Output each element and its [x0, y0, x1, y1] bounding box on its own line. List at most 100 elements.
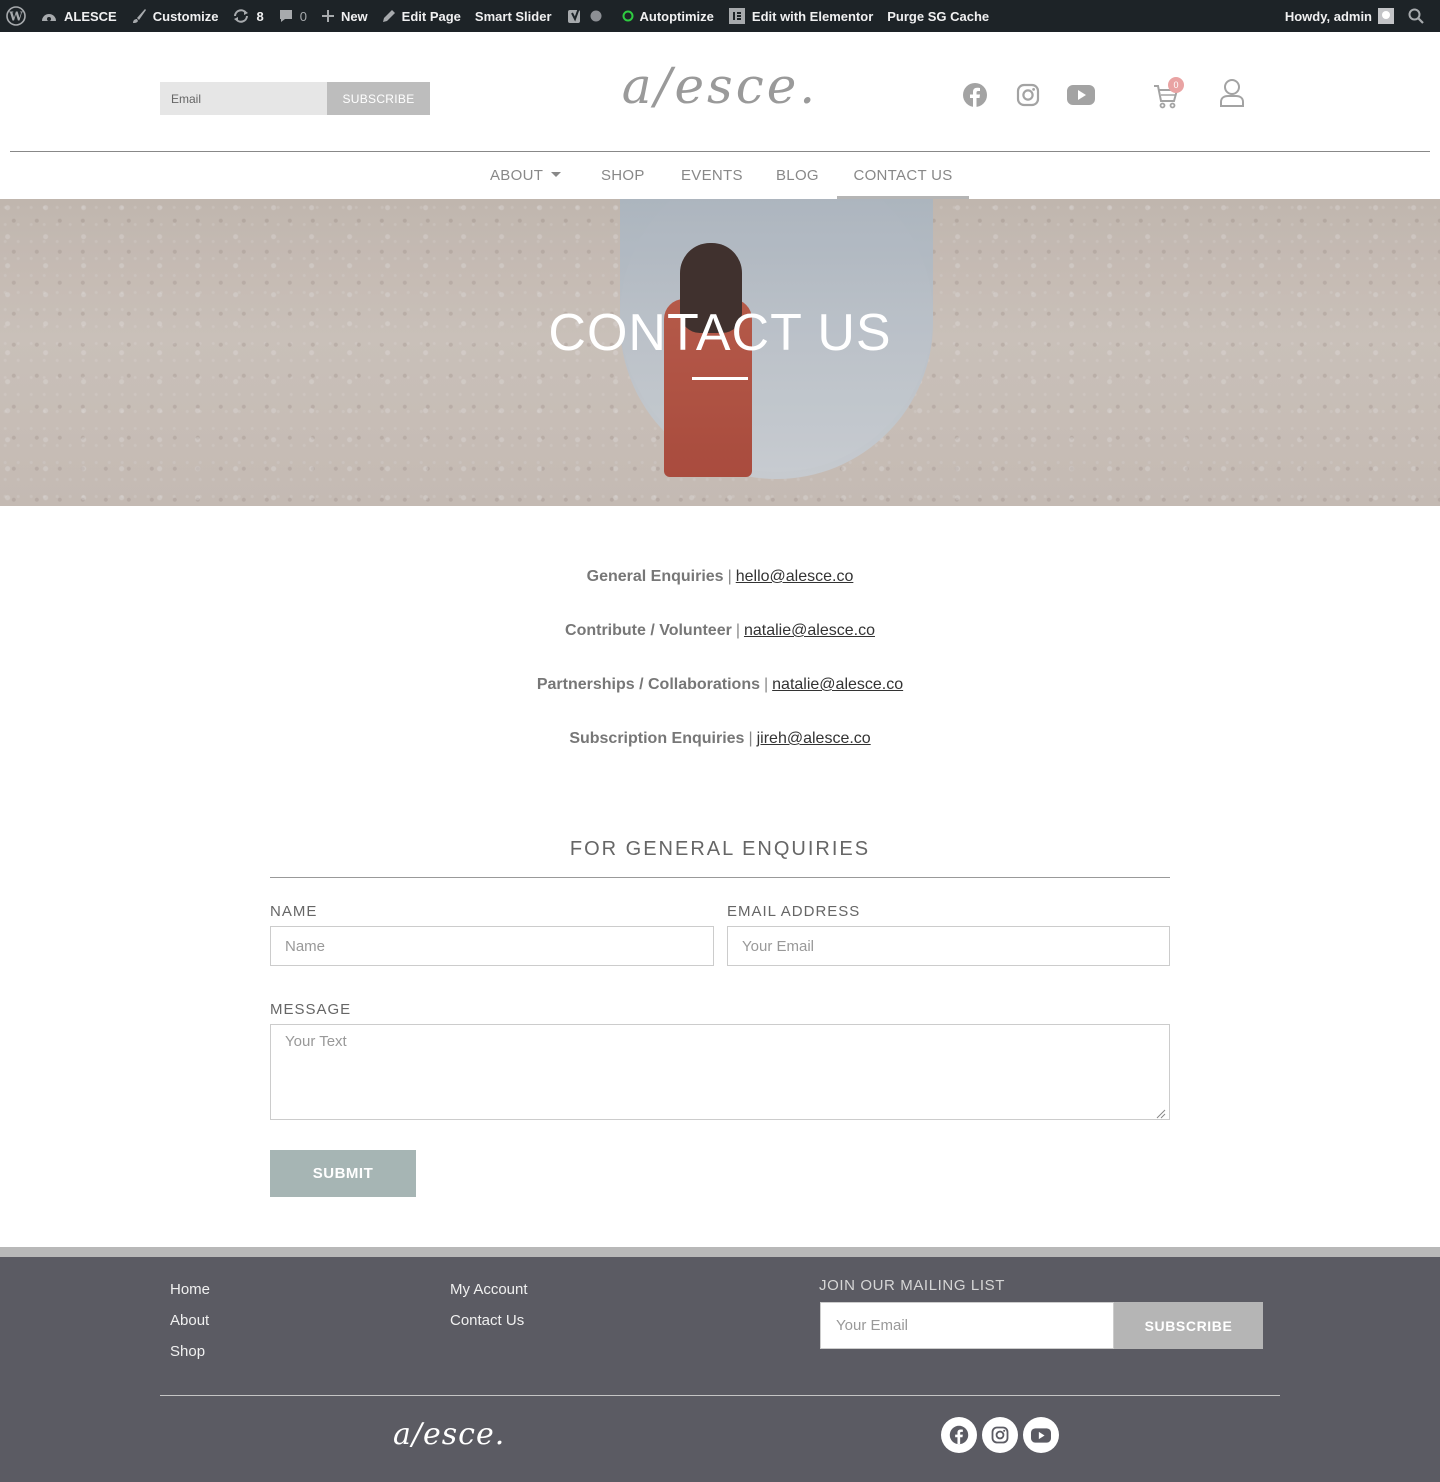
yoast-link[interactable]	[559, 0, 615, 32]
dashboard-icon	[40, 8, 58, 24]
footer-link-shop[interactable]: Shop	[170, 1343, 205, 1360]
autoptimize-link[interactable]: Autoptimize	[615, 0, 721, 32]
contact-label: Subscription Enquiries	[569, 730, 745, 747]
smart-slider-label: Smart Slider	[474, 8, 552, 24]
new-content-link[interactable]: New	[314, 0, 375, 32]
contact-row: Subscription Enquiries | jireh@alesce.co	[0, 730, 1440, 748]
comments-count: 0	[299, 8, 307, 24]
svg-text:W: W	[8, 10, 23, 24]
paintbrush-icon	[131, 8, 147, 24]
nav-item-about-label: ABOUT	[490, 167, 544, 184]
facebook-icon[interactable]	[962, 82, 988, 108]
avatar	[1378, 8, 1394, 24]
site-footer: Home About Shop My Account Contact Us JO…	[0, 1257, 1440, 1482]
instagram-icon[interactable]	[1016, 83, 1042, 109]
contact-separator: |	[764, 676, 769, 693]
my-account-link[interactable]: Howdy, admin	[1278, 0, 1401, 32]
contact-label: Contribute / Volunteer	[565, 622, 732, 639]
autoptimize-status-icon	[622, 10, 634, 22]
resize-handle-icon[interactable]	[1156, 1106, 1166, 1119]
user-account-icon[interactable]	[1219, 78, 1245, 107]
contact-separator: |	[727, 568, 732, 585]
site-logo[interactable]: a/esce.	[620, 46, 820, 126]
message-placeholder: Your Text	[285, 1033, 347, 1050]
footer-youtube-icon[interactable]	[1023, 1417, 1059, 1453]
email-input[interactable]: Your Email	[727, 926, 1170, 966]
contact-row: Partnerships / Collaborations | natalie@al…	[0, 676, 1440, 694]
admin-search-button[interactable]	[1401, 0, 1440, 32]
footer-divider	[160, 1395, 1280, 1396]
contact-separator: |	[748, 730, 753, 747]
footer-link-my-account[interactable]: My Account	[450, 1281, 528, 1298]
name-input[interactable]: Name	[270, 926, 714, 966]
footer-link-home[interactable]: Home	[170, 1281, 210, 1298]
contact-email-link[interactable]: jireh@alesce.co	[757, 730, 871, 747]
contact-email-link[interactable]: natalie@alesce.co	[744, 622, 875, 639]
footer-logo[interactable]: a/esce.	[393, 1407, 504, 1463]
header-email-input[interactable]: Email	[160, 82, 327, 115]
footer-link-about[interactable]: About	[170, 1312, 209, 1329]
footer-top-band	[0, 1247, 1440, 1257]
header-divider	[10, 151, 1430, 152]
message-textarea[interactable]: Your Text	[270, 1024, 1170, 1120]
plus-icon	[321, 9, 335, 23]
comments-link[interactable]: 0	[271, 0, 314, 32]
seo-status-dot-icon	[590, 10, 602, 22]
purge-cache-link[interactable]: Purge SG Cache	[880, 0, 996, 32]
site-header: Email SUBSCRIBE a/esce. 0 ABOUT SHOP EVE…	[0, 32, 1440, 199]
header-subscribe-form: Email SUBSCRIBE	[160, 82, 430, 115]
message-label: MESSAGE	[270, 1001, 352, 1018]
nav-item-about[interactable]: ABOUT	[490, 160, 562, 199]
wp-admin-bar: W ALESCE Customize 8 0 New Edit Page Sma…	[0, 0, 1440, 32]
mailing-list-form: Your Email SUBSCRIBE	[820, 1302, 1263, 1349]
contact-row: General Enquiries | hello@alesce.co	[0, 568, 1440, 586]
contact-row: Contribute / Volunteer | natalie@alesce.co	[0, 622, 1440, 640]
howdy-label: Howdy, admin	[1284, 8, 1372, 24]
page-title: CONTACT US	[548, 304, 892, 362]
mailing-email-input[interactable]: Your Email	[820, 1302, 1114, 1349]
elementor-label: Edit with Elementor	[751, 8, 874, 24]
contact-label: General Enquiries	[586, 568, 724, 585]
submit-button[interactable]: SUBMIT	[270, 1150, 416, 1197]
cart-count-badge: 0	[1168, 77, 1184, 93]
contact-email-link[interactable]: hello@alesce.co	[736, 568, 854, 585]
search-icon	[1408, 8, 1424, 24]
nav-item-contact-us[interactable]: CONTACT US	[837, 160, 969, 199]
youtube-icon[interactable]	[1067, 85, 1095, 111]
updates-count: 8	[256, 8, 264, 24]
edit-page-label: Edit Page	[401, 8, 461, 24]
updates-icon	[232, 8, 250, 24]
smart-slider-link[interactable]: Smart Slider	[468, 0, 559, 32]
customize-link[interactable]: Customize	[124, 0, 226, 32]
comment-icon	[278, 8, 294, 24]
nav-item-blog[interactable]: BLOG	[776, 160, 819, 199]
name-label: NAME	[270, 903, 318, 920]
hero-title-underline	[692, 377, 748, 380]
yoast-icon	[566, 7, 584, 25]
caret-down-icon	[551, 172, 562, 177]
main-navigation: ABOUT SHOP EVENTS BLOG CONTACT US	[0, 160, 1440, 199]
updates-link[interactable]: 8	[225, 0, 270, 32]
contact-separator: |	[735, 622, 740, 639]
nav-item-shop[interactable]: SHOP	[601, 160, 645, 199]
form-title: FOR GENERAL ENQUIRIES	[569, 838, 871, 860]
nav-item-events[interactable]: EVENTS	[681, 160, 743, 199]
contact-email-link[interactable]: natalie@alesce.co	[772, 676, 903, 693]
elementor-icon	[728, 7, 746, 25]
wordpress-logo-icon[interactable]: W	[0, 0, 33, 32]
new-label: New	[340, 8, 368, 24]
footer-instagram-icon[interactable]	[982, 1417, 1018, 1453]
elementor-link[interactable]: Edit with Elementor	[721, 0, 880, 32]
contact-label: Partnerships / Collaborations	[536, 676, 760, 693]
header-subscribe-button[interactable]: SUBSCRIBE	[327, 82, 430, 115]
edit-page-link[interactable]: Edit Page	[375, 0, 468, 32]
site-name-label: ALESCE	[64, 8, 117, 24]
footer-facebook-icon[interactable]	[941, 1417, 977, 1453]
pencil-icon	[382, 9, 396, 23]
form-title-divider	[270, 877, 1170, 878]
site-name-link[interactable]: ALESCE	[33, 0, 124, 32]
email-label: EMAIL ADDRESS	[727, 903, 861, 920]
footer-link-contact-us[interactable]: Contact Us	[450, 1312, 524, 1329]
purge-cache-label: Purge SG Cache	[887, 8, 990, 24]
mailing-subscribe-button[interactable]: SUBSCRIBE	[1114, 1302, 1263, 1349]
